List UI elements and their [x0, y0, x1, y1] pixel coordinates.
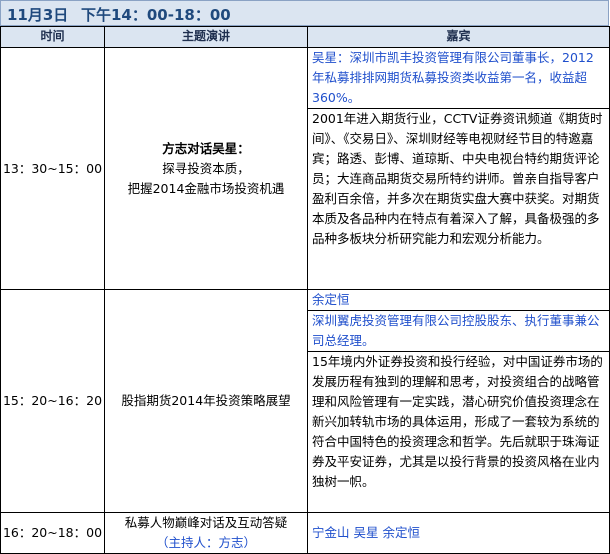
guest-title: 吴星：深圳市凯丰投资管理有限公司董事长，2012年私募排排网期货私募投资类收益第…	[307, 47, 610, 109]
topic-title: 方志对话吴星：	[162, 140, 250, 156]
schedule-table: 时间 主题演讲 嘉宾 13：30~15：00 方志对话吴星： 探寻投资本质， 把…	[0, 26, 610, 554]
table-header-row: 时间 主题演讲 嘉宾	[0, 26, 610, 48]
guest-name: 余定恒	[307, 289, 610, 311]
topic-line: 探寻投资本质，	[162, 160, 250, 176]
guest-names: 宁金山 吴星 余定恒	[307, 512, 610, 554]
topic-line: 把握2014金融市场投资机遇	[127, 180, 285, 196]
table-row: 15：20~16：20 股指期货2014年投资策略展望 余定恒	[0, 289, 610, 513]
guest-bio: 15年境内外证券投资和投行经验，对中国证券市场的发展历程有独到的理解和思考，对投…	[307, 351, 610, 513]
column-header-time: 时间	[0, 26, 105, 48]
column-header-topic: 主题演讲	[104, 26, 308, 48]
column-header-guest: 嘉宾	[307, 26, 610, 48]
session-date: 11月3日	[7, 6, 69, 24]
topic-host: （主持人：方志）	[155, 535, 256, 550]
session-header: 11月3日 下午14：00-18：00	[0, 0, 609, 26]
session-time: 下午14：00-18：00	[81, 6, 231, 24]
row-time: 16：20~18：00	[0, 512, 105, 554]
row-topic: 私募人物巅峰对话及互动答疑 （主持人：方志）	[104, 512, 308, 554]
table-row: 13：30~15：00 方志对话吴星： 探寻投资本质， 把握2014金融市场投资…	[0, 47, 610, 290]
row-time: 13：30~15：00	[0, 47, 105, 290]
row-time: 15：20~16：20	[0, 289, 105, 513]
table-row: 16：20~18：00 私募人物巅峰对话及互动答疑 （主持人：方志） 宁金山 吴…	[0, 512, 610, 554]
row-topic: 方志对话吴星： 探寻投资本质， 把握2014金融市场投资机遇	[104, 47, 308, 290]
topic-title: 私募人物巅峰对话及互动答疑	[124, 515, 288, 530]
row-topic: 股指期货2014年投资策略展望	[104, 289, 308, 513]
guest-title: 深圳翼虎投资管理有限公司控股股东、执行董事兼公司总经理。	[307, 310, 610, 352]
guest-bio: 2001年进入期货行业，CCTV证券资讯频道《期货时间》、《交易日》、深圳财经等…	[307, 108, 610, 290]
